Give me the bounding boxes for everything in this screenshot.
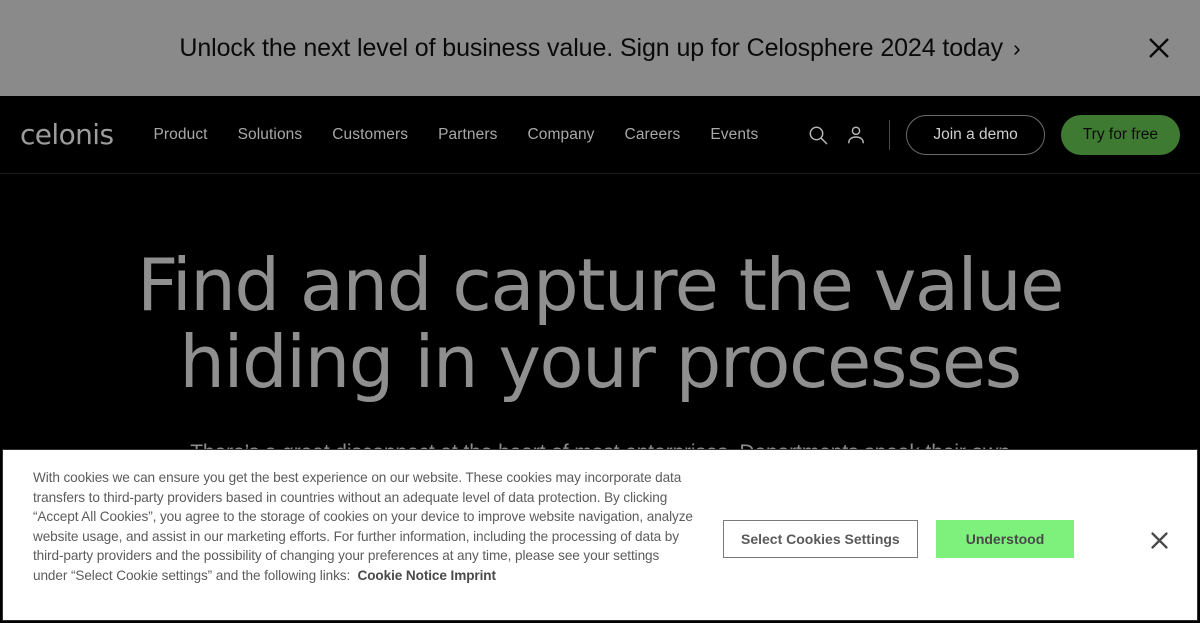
search-button[interactable] (799, 116, 837, 154)
cookie-banner-actions: Select Cookies Settings Understood (723, 520, 1075, 558)
select-cookies-settings-button[interactable]: Select Cookies Settings (723, 520, 918, 558)
account-button[interactable] (837, 116, 875, 154)
join-demo-button[interactable]: Join a demo (906, 114, 1045, 155)
nav-item-careers[interactable]: Careers (625, 126, 681, 144)
cookie-banner-close-button[interactable] (1147, 528, 1171, 552)
imprint-link[interactable]: Imprint (451, 568, 496, 583)
cookie-consent-banner: With cookies we can ensure you get the b… (2, 449, 1198, 621)
celonis-logo[interactable]: celonis (20, 120, 114, 149)
nav-item-solutions[interactable]: Solutions (238, 126, 303, 144)
understood-button[interactable]: Understood (935, 520, 1075, 558)
page-root: Unlock the next level of business value.… (0, 0, 1200, 623)
promo-banner-close-button[interactable] (1142, 31, 1176, 65)
hero-title: Find and capture the value hiding in you… (137, 243, 1064, 405)
nav-actions: Join a demo Try for free (799, 114, 1180, 155)
chevron-right-icon: › (1013, 34, 1021, 61)
close-icon (1149, 38, 1169, 58)
try-for-free-button[interactable]: Try for free (1060, 114, 1180, 155)
close-icon (1150, 531, 1168, 549)
cookie-notice-link[interactable]: Cookie Notice (358, 568, 447, 583)
nav-item-partners[interactable]: Partners (438, 126, 497, 144)
nav-item-events[interactable]: Events (710, 126, 758, 144)
promo-banner-link[interactable]: Unlock the next level of business value.… (179, 34, 1020, 63)
main-navigation: celonis Product Solutions Customers Part… (0, 96, 1200, 174)
nav-item-company[interactable]: Company (527, 126, 594, 144)
nav-links: Product Solutions Customers Partners Com… (153, 126, 758, 144)
search-icon (809, 126, 828, 144)
account-icon (848, 125, 865, 143)
nav-item-product[interactable]: Product (153, 126, 207, 144)
nav-divider (889, 119, 891, 150)
cookie-banner-body: With cookies we can ensure you get the b… (33, 470, 693, 583)
nav-item-customers[interactable]: Customers (332, 126, 408, 144)
promo-banner: Unlock the next level of business value.… (0, 0, 1200, 96)
promo-banner-message: Unlock the next level of business value.… (179, 33, 1004, 62)
cookie-banner-text: With cookies we can ensure you get the b… (3, 468, 693, 586)
